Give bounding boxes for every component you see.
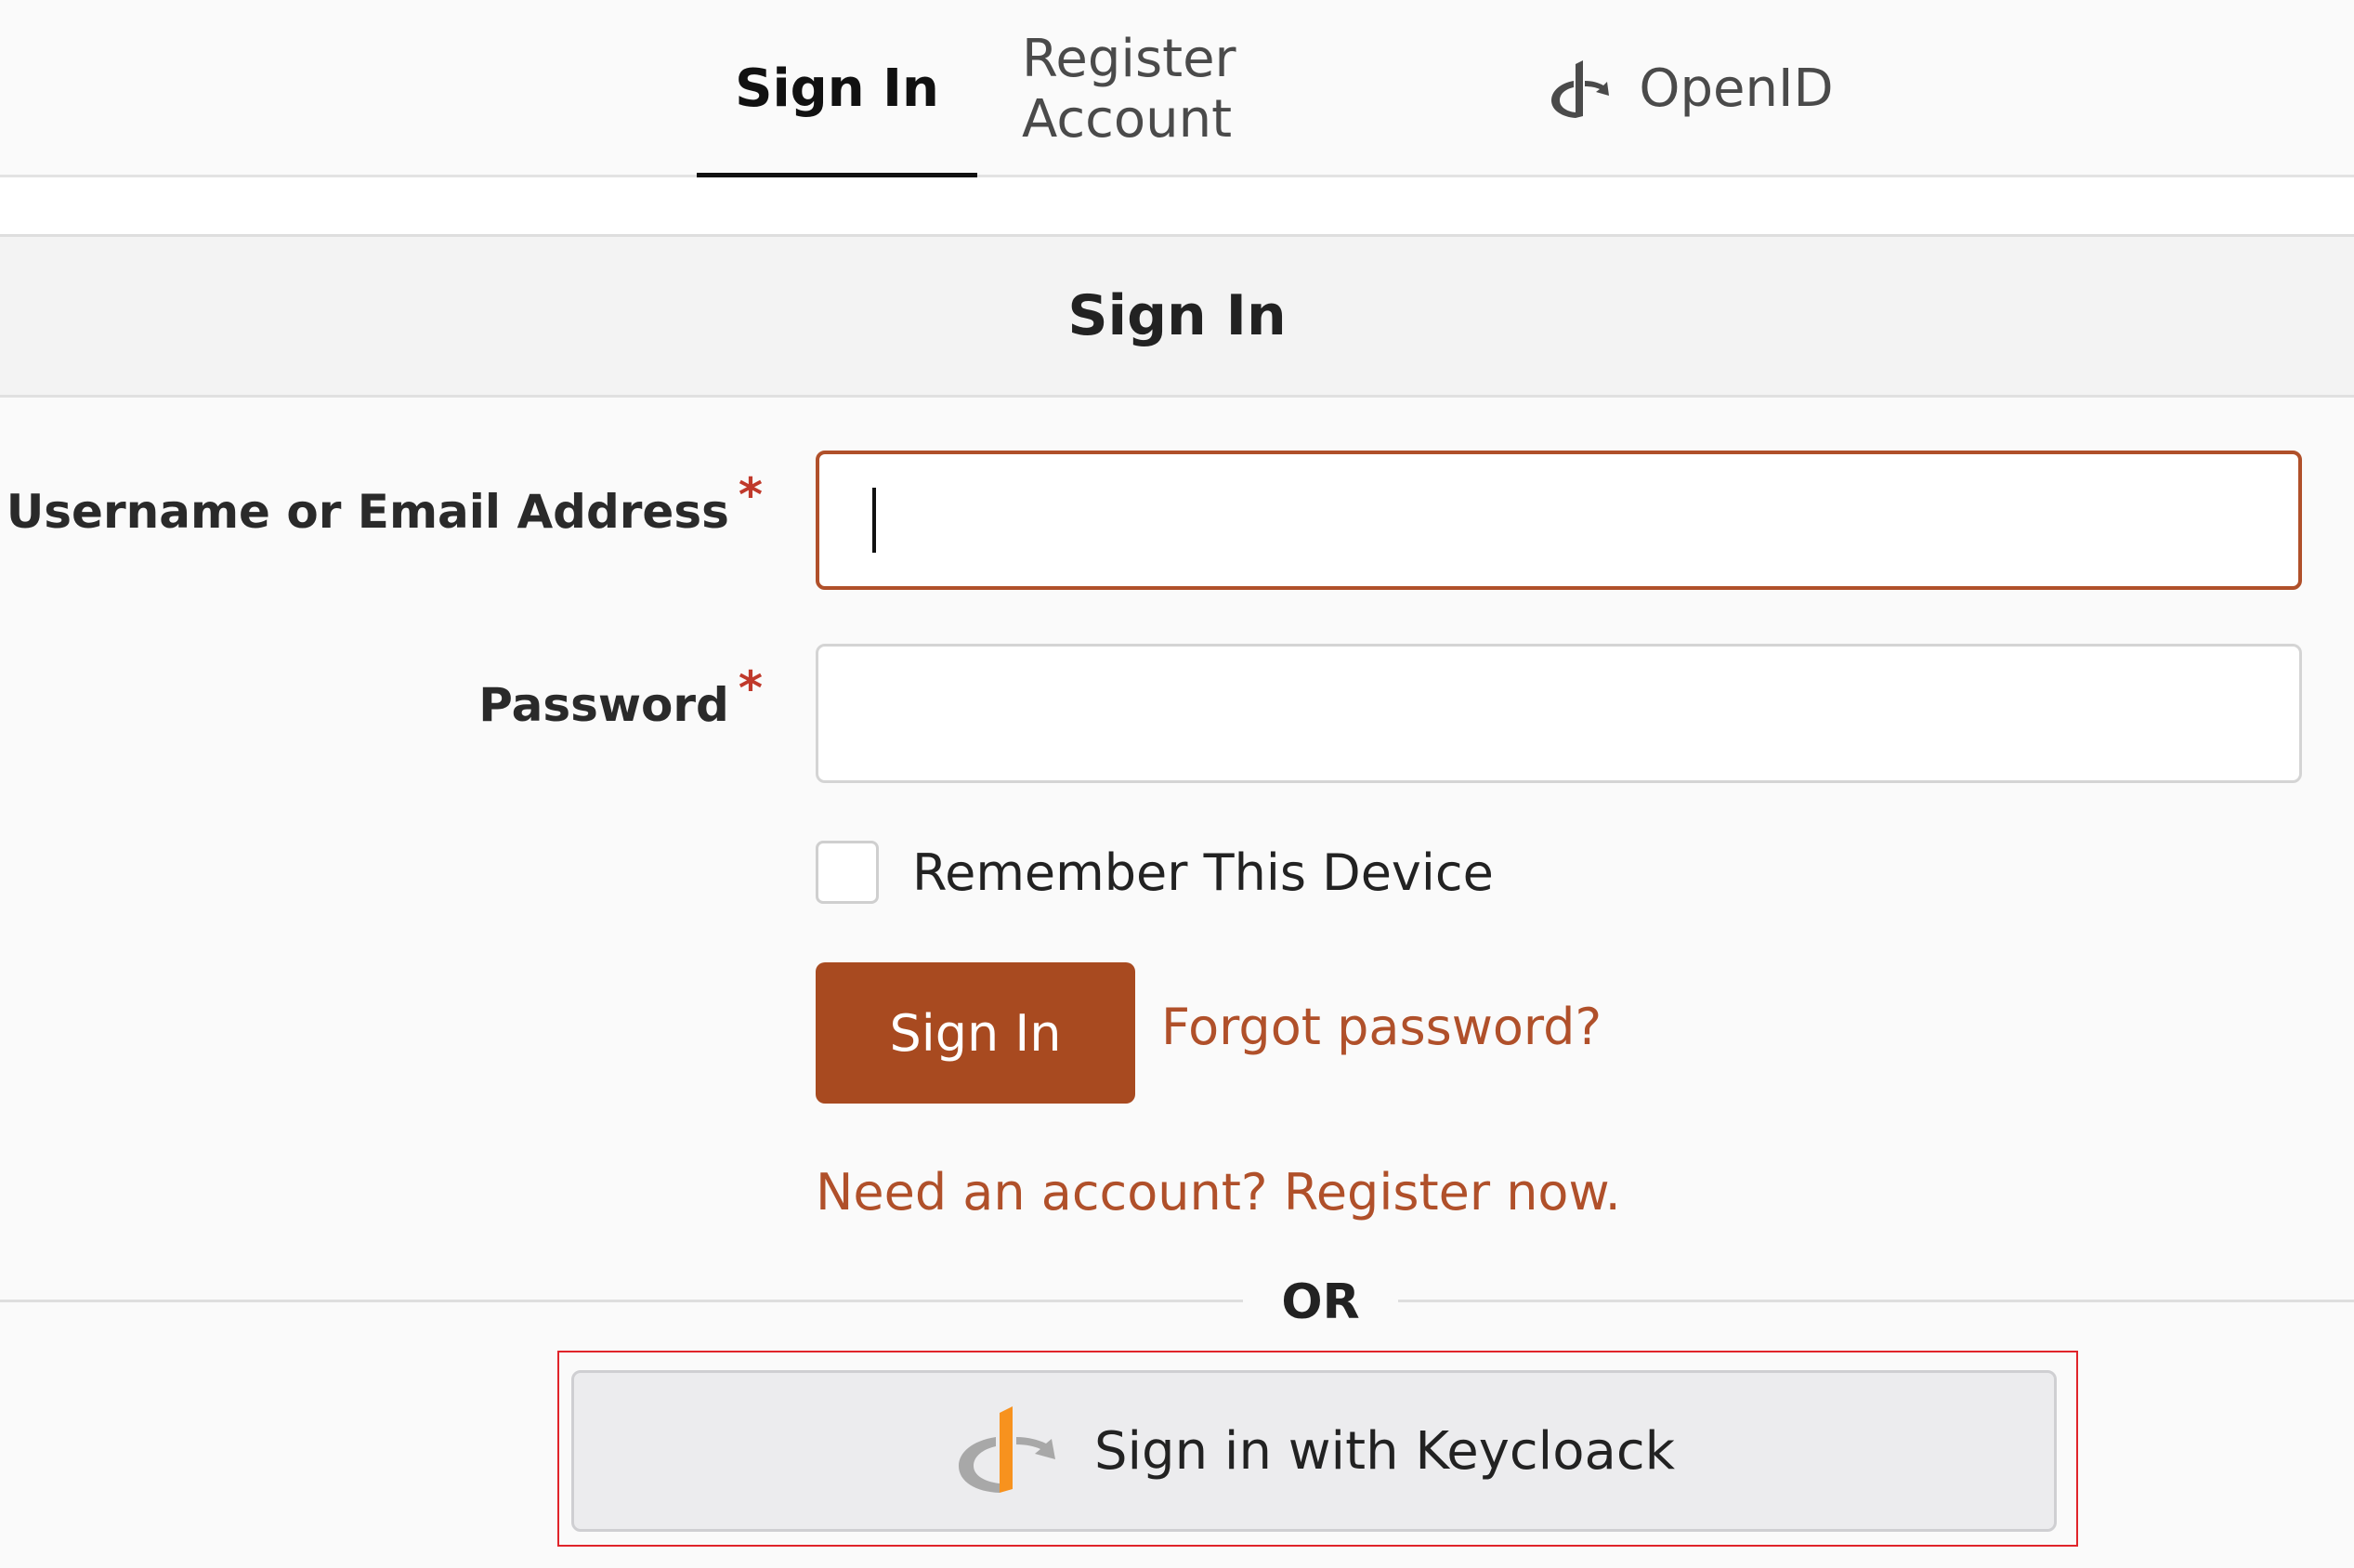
or-separator-text: OR — [1281, 1274, 1360, 1330]
top-spacer — [0, 177, 2354, 237]
auth-tab-bar: Sign In Register Account OpenID — [0, 0, 2354, 180]
openid-icon — [1551, 59, 1610, 118]
username-input[interactable] — [816, 451, 2302, 590]
card-title: Sign In — [0, 237, 2354, 398]
tab-register-label: Register Account — [1022, 28, 1236, 150]
username-label-text: Username or Email Address — [6, 485, 729, 539]
password-label: Password * — [478, 661, 763, 732]
tab-sign-in[interactable]: Sign In — [697, 0, 977, 180]
required-marker: * — [738, 661, 763, 715]
tab-openid-label: OpenID — [1639, 59, 1834, 119]
forgot-password-link[interactable]: Forgot password? — [1161, 998, 1602, 1056]
separator-line-right — [1398, 1300, 2354, 1302]
tab-sign-in-label: Sign In — [735, 59, 939, 119]
keycloak-button-label: Sign in with Keycloack — [1093, 1420, 1676, 1482]
username-label: Username or Email Address * — [6, 468, 763, 539]
tab-register-account[interactable]: Register Account — [1022, 0, 1458, 177]
remember-device-row: Remember This Device — [816, 841, 1494, 904]
text-caret — [872, 488, 876, 553]
register-now-link[interactable]: Need an account? Register now. — [816, 1163, 1621, 1222]
separator-line-left — [0, 1300, 1243, 1302]
tab-openid[interactable]: OpenID — [1542, 0, 1839, 177]
sign-in-button[interactable]: Sign In — [816, 962, 1135, 1104]
openid-logo-icon — [958, 1406, 1055, 1493]
remember-device-checkbox[interactable] — [816, 841, 879, 904]
sign-in-with-keycloak-button[interactable]: Sign in with Keycloack — [571, 1370, 2057, 1532]
password-input[interactable] — [816, 644, 2302, 783]
remember-device-label[interactable]: Remember This Device — [912, 843, 1494, 902]
required-marker: * — [738, 468, 763, 522]
password-label-text: Password — [478, 678, 729, 732]
